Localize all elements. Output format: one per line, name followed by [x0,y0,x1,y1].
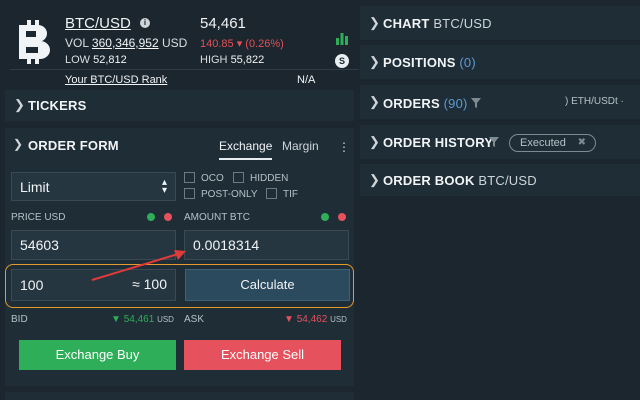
high-value: 55,822 [230,54,265,66]
high-label: HIGH [200,54,228,66]
bid-value: 54,461 [123,314,155,325]
low-label: LOW [65,54,91,66]
bottom-panel-edge [5,392,354,400]
order-book-title-text: ORDER BOOK [383,173,475,188]
annotation-arrow-icon [91,250,186,281]
orders-title-text: ORDERS [383,96,440,111]
s-icon[interactable]: S [335,54,349,68]
ask-value: 54,462 [296,314,328,325]
bid-stat[interactable]: ▼ 54,461 USD [111,314,174,325]
chevron-down-icon[interactable]: ❯ [13,137,23,151]
status-dot-green [321,213,329,221]
triangle-down-icon: ▼ [111,314,121,325]
option-post-only-label: POST-ONLY [201,189,258,200]
executed-badge-label: Executed [520,137,566,149]
positions-section-header[interactable]: ❯ POSITIONS (0) [360,45,640,79]
orders-title: ORDERS (90) [383,96,468,111]
option-tif-checkbox[interactable]: TIF [266,188,298,200]
volume-label: VOL [65,36,89,50]
status-dot-red [338,213,346,221]
chevron-right-icon: ❯ [369,54,380,69]
ticker-header: BTC/USD i 54,461 VOL 360,346,952 USD 140… [5,6,359,86]
ask-stat[interactable]: ▼ 54,462 USD [284,314,347,325]
volume-unit: USD [162,36,188,50]
total-value: 100 [20,277,44,293]
order-history-title: ORDER HISTORY [383,135,494,150]
order-history-section-header[interactable]: ❯ ORDER HISTORY [360,125,640,159]
ticker-pair-link[interactable]: BTC/USD [65,15,131,32]
rank-value: N/A [297,74,316,86]
tab-margin[interactable]: Margin [282,139,319,153]
status-dot-red [164,213,172,221]
chart-pair: BTC/USD [433,16,492,31]
select-caret-icon: ▴ ▾ [161,177,167,196]
triangle-down-icon: ▼ [284,314,294,325]
option-oco-checkbox[interactable]: OCO [184,172,224,184]
bid-label: BID [11,314,28,325]
tickers-section-header[interactable]: ❯ TICKERS [5,90,354,121]
option-oco-label: OCO [201,173,224,184]
chart-title: CHART BTC/USD [383,16,492,31]
option-tif-label: TIF [283,189,298,200]
high-stat: HIGH 55,822 [200,54,264,66]
bitcoin-logo-icon [19,20,50,64]
bar-chart-icon[interactable] [336,33,348,45]
positions-title: POSITIONS (0) [383,55,476,70]
option-hidden-label: HIDDEN [250,173,289,184]
order-book-section-header[interactable]: ❯ ORDER BOOK BTC/USD [360,164,640,196]
amount-value: 0.0018314 [193,237,260,253]
divider [10,69,359,70]
chart-section-header[interactable]: ❯ CHART BTC/USD [360,6,640,40]
tickers-title: TICKERS [28,98,87,113]
ask-unit: USD [330,315,347,324]
orders-count: (90) [443,96,468,111]
exchange-sell-button[interactable]: Exchange Sell [184,340,341,370]
option-hidden-checkbox[interactable]: HIDDEN [233,172,288,184]
price-change: 140.85 ▾ (0.26%) [200,38,284,50]
kebab-menu-icon[interactable]: ⋮ [338,140,350,154]
low-stat: LOW 52,812 [65,54,127,66]
close-icon[interactable]: ✖ [578,135,586,151]
executed-filter-badge[interactable]: Executed ✖ [509,134,596,152]
positions-count: (0) [459,55,476,70]
amount-label: AMOUNT BTC [184,212,250,223]
chevron-right-icon: ❯ [369,172,380,187]
chevron-right-icon: ❯ [14,97,25,112]
chevron-right-icon: ❯ [369,134,380,149]
rank-link[interactable]: Your BTC/USD Rank [65,74,167,86]
order-book-pair: BTC/USD [478,173,537,188]
order-form-title: ORDER FORM [28,138,119,153]
positions-title-text: POSITIONS [383,55,456,70]
low-value: 52,812 [93,54,127,66]
bid-unit: USD [157,315,174,324]
order-book-title: ORDER BOOK BTC/USD [383,173,537,188]
ask-label: ASK [184,314,205,325]
filter-icon[interactable] [471,98,481,108]
volume-value: 360,346,952 [91,36,159,50]
tab-exchange[interactable]: Exchange [219,139,273,160]
chevron-right-icon: ❯ [369,15,380,30]
filter-icon[interactable] [489,137,499,147]
option-post-only-checkbox[interactable]: POST-ONLY [184,188,258,200]
info-icon[interactable]: i [140,18,150,28]
chart-title-text: CHART [383,16,430,31]
exchange-buy-button[interactable]: Exchange Buy [19,340,176,370]
status-dot-green [147,213,155,221]
price-value: 54603 [20,237,59,253]
amount-input[interactable]: 0.0018314 [184,230,349,260]
volume-stat: VOL 360,346,952 USD [65,36,187,50]
chevron-right-icon: ❯ [369,94,380,109]
last-price: 54,461 [200,15,246,32]
price-label: PRICE USD [11,212,66,223]
order-type-value: Limit [20,179,50,195]
order-type-select[interactable]: Limit ▴ ▾ [11,172,176,201]
calculate-button[interactable]: Calculate [185,269,350,301]
orders-filter-tag: ) ETH/USDt · [565,96,624,107]
